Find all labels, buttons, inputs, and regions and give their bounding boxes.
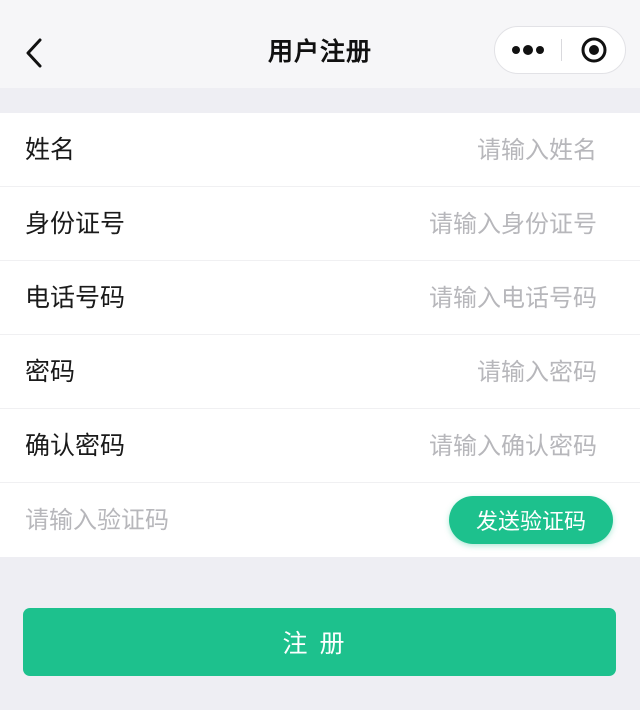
name-label: 姓名 (25, 135, 76, 164)
phone-label: 电话号码 (25, 283, 126, 312)
form-row-phone: 电话号码 (0, 261, 640, 335)
verification-code-input[interactable] (25, 499, 385, 541)
form-row-password: 密码 (0, 335, 640, 409)
confirm-password-label: 确认密码 (25, 431, 126, 460)
form-row-id-number: 身份证号 (0, 187, 640, 261)
form-row-name: 姓名 (0, 113, 640, 187)
password-input[interactable] (237, 351, 597, 393)
mini-program-capsule (494, 26, 626, 74)
register-button[interactable]: 注册 (23, 608, 616, 676)
id-number-label: 身份证号 (25, 209, 126, 238)
registration-form: 姓名 身份证号 电话号码 密码 确认密码 发送验证码 (0, 113, 640, 557)
confirm-password-input[interactable] (237, 425, 597, 467)
more-dots-icon (512, 45, 544, 55)
id-number-input[interactable] (237, 203, 597, 245)
nav-bar: 用户注册 (0, 0, 640, 88)
target-close-icon (581, 37, 607, 63)
send-code-button[interactable]: 发送验证码 (449, 496, 613, 544)
form-row-confirm-password: 确认密码 (0, 409, 640, 483)
phone-input[interactable] (237, 277, 597, 319)
form-row-verification-code: 发送验证码 (0, 483, 640, 557)
password-label: 密码 (25, 357, 76, 386)
name-input[interactable] (237, 129, 597, 171)
more-button[interactable] (495, 27, 561, 73)
close-button[interactable] (562, 27, 626, 73)
